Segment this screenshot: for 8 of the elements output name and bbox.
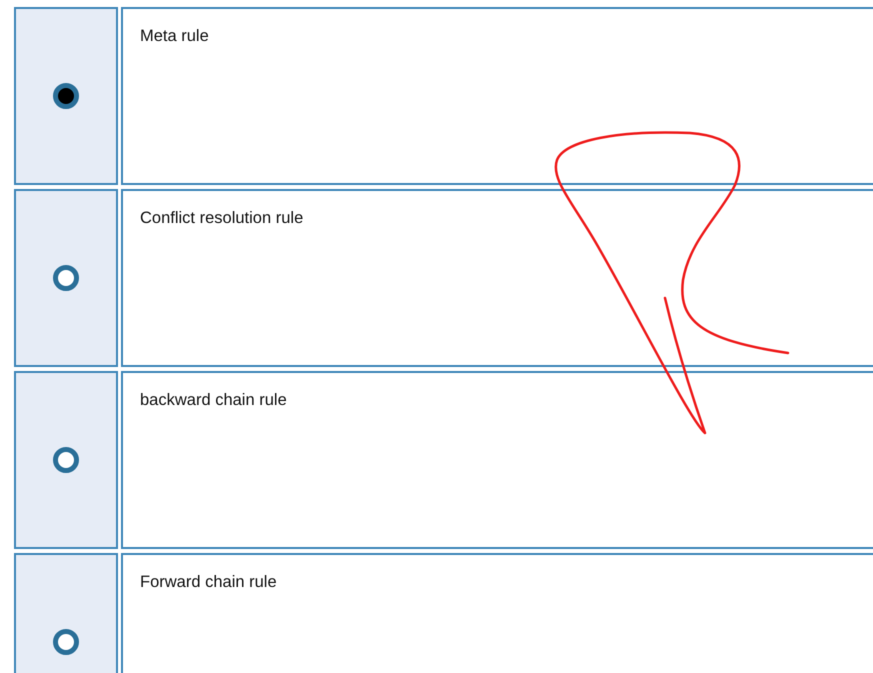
radio-button[interactable] (53, 83, 79, 109)
radio-button[interactable] (53, 265, 79, 291)
option-label: backward chain rule (140, 391, 287, 409)
option-label: Forward chain rule (140, 573, 277, 591)
option-label: Meta rule (140, 27, 209, 45)
radio-button[interactable] (53, 629, 79, 655)
radio-button[interactable] (53, 447, 79, 473)
option-label: Conflict resolution rule (140, 209, 304, 227)
